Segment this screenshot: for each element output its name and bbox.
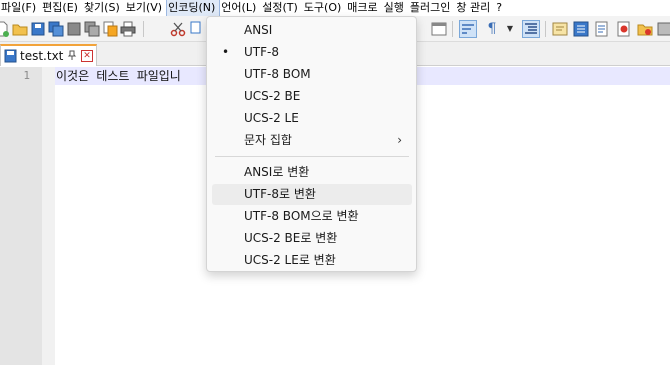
menu-item-convert-ucs2-be[interactable]: UCS-2 BE로 변환 <box>212 228 412 249</box>
close-all-icon[interactable] <box>84 21 100 37</box>
open-file-icon[interactable] <box>12 21 28 37</box>
menu-file[interactable]: 파일(F) <box>0 0 40 16</box>
encoding-menu: ANSI • UTF-8 UTF-8 BOM UCS-2 BE UCS-2 LE… <box>206 16 417 272</box>
copy-file-icon[interactable] <box>102 21 118 37</box>
indent-guide-icon[interactable] <box>522 20 540 38</box>
menu-settings[interactable]: 설정(T) <box>261 0 302 16</box>
menu-edit[interactable]: 편집(E) <box>41 0 82 16</box>
menu-item-label: UCS-2 BE로 변환 <box>244 231 338 245</box>
fold-margin[interactable] <box>42 67 55 365</box>
dropdown-arrow-icon[interactable]: ▼ <box>505 21 515 37</box>
menu-item-label: UTF-8 <box>244 45 279 59</box>
menu-item-ucs2-be[interactable]: UCS-2 BE <box>212 86 412 107</box>
menu-item-label: UTF-8 BOM <box>244 67 311 81</box>
word-wrap-icon[interactable] <box>459 20 477 38</box>
save-all-icon[interactable] <box>48 21 64 37</box>
doc-map-icon[interactable] <box>552 21 568 37</box>
menu-item-label: UTF-8 BOM으로 변환 <box>244 209 359 223</box>
line-number: 1 <box>23 69 30 82</box>
close-icon[interactable]: ✕ <box>81 50 93 62</box>
submenu-arrow-icon: › <box>397 133 402 147</box>
cut-icon[interactable] <box>170 21 186 37</box>
new-file-icon[interactable] <box>0 21 10 37</box>
tab-test-txt[interactable]: test.txt ✕ <box>0 44 97 66</box>
tab-title: test.txt <box>20 49 64 63</box>
menu-item-utf8-bom[interactable]: UTF-8 BOM <box>212 64 412 85</box>
folder-workspace-icon[interactable] <box>594 21 610 37</box>
menu-language[interactable]: 언어(L) <box>220 0 260 16</box>
show-all-characters-icon[interactable]: ¶ <box>484 21 500 37</box>
menu-help[interactable]: ? <box>495 0 506 16</box>
toolbar-separator <box>545 21 546 37</box>
menu-item-utf8[interactable]: • UTF-8 <box>212 42 412 63</box>
pin-icon[interactable] <box>67 50 77 63</box>
monitoring-icon[interactable] <box>616 21 632 37</box>
menu-item-label: UTF-8로 변환 <box>244 187 316 201</box>
menu-item-label: ANSI로 변환 <box>244 165 310 179</box>
menu-item-convert-utf8[interactable]: UTF-8로 변환 <box>212 184 412 205</box>
window-icon[interactable] <box>431 21 447 37</box>
menu-item-ansi[interactable]: ANSI <box>212 20 412 41</box>
menu-window[interactable]: 창 관리 <box>455 0 494 16</box>
document-icon <box>4 49 17 63</box>
menu-item-character-sets[interactable]: 문자 집합 › <box>212 130 412 151</box>
menu-search[interactable]: 찾기(S) <box>83 0 124 16</box>
copy-icon[interactable] <box>189 21 205 37</box>
menu-item-convert-ansi[interactable]: ANSI로 변환 <box>212 162 412 183</box>
menu-item-label: UCS-2 LE로 변환 <box>244 253 336 267</box>
menu-item-label: UCS-2 LE <box>244 111 299 125</box>
menu-item-convert-utf8-bom[interactable]: UTF-8 BOM으로 변환 <box>212 206 412 227</box>
toolbar-separator <box>452 21 453 37</box>
close-file-icon[interactable] <box>66 21 82 37</box>
menu-separator <box>215 156 409 157</box>
menu-item-label: UCS-2 BE <box>244 89 301 103</box>
record-macro-icon[interactable] <box>637 21 653 37</box>
menu-item-label: 문자 집합 <box>244 133 292 147</box>
menu-plugins[interactable]: 플러그인 <box>409 0 454 16</box>
menu-macro[interactable]: 매크로 <box>346 0 381 16</box>
menu-encoding[interactable]: 인코딩(N) <box>166 0 221 17</box>
macro-icon[interactable] <box>657 21 670 37</box>
selected-bullet-icon: • <box>222 45 230 59</box>
menu-item-ucs2-le[interactable]: UCS-2 LE <box>212 108 412 129</box>
menu-view[interactable]: 보기(V) <box>125 0 166 16</box>
menu-bar: 파일(F) 편집(E) 찾기(S) 보기(V) 인코딩(N) 언어(L) 설정(… <box>0 0 670 17</box>
toolbar-separator <box>143 21 144 37</box>
function-list-icon[interactable] <box>573 21 589 37</box>
menu-item-convert-ucs2-le[interactable]: UCS-2 LE로 변환 <box>212 250 412 271</box>
editor-line-1[interactable]: 이것은 테스트 파일입니 <box>56 67 181 85</box>
menu-tools[interactable]: 도구(O) <box>303 0 345 16</box>
line-number-gutter: 1 <box>0 67 55 365</box>
print-icon[interactable] <box>120 21 136 37</box>
menu-run[interactable]: 실행 <box>383 0 408 16</box>
save-icon[interactable] <box>30 21 46 37</box>
menu-item-label: ANSI <box>244 23 273 37</box>
